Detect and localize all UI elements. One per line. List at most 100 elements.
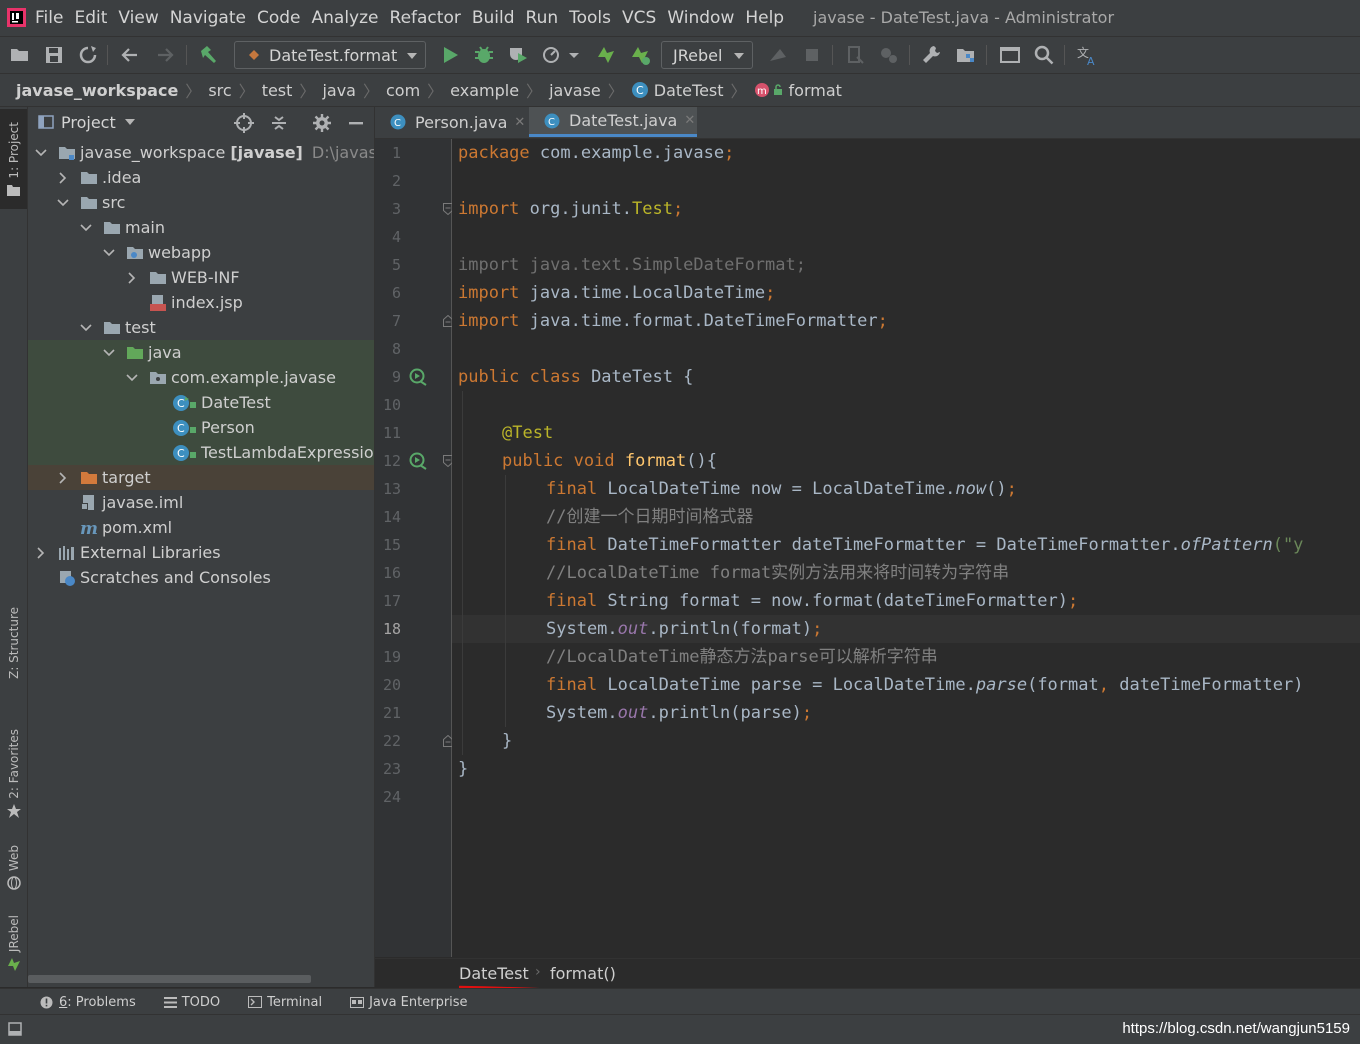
chevron-down-icon[interactable] bbox=[79, 321, 93, 335]
chevron-right-icon[interactable] bbox=[56, 471, 70, 485]
back-arrow-icon[interactable] bbox=[118, 43, 142, 67]
run-test-gutter-icon[interactable] bbox=[409, 368, 427, 386]
menu-build[interactable]: Build bbox=[467, 8, 520, 28]
jrebel-selector[interactable]: JRebel bbox=[661, 41, 753, 69]
tree-item-person[interactable]: C Person bbox=[28, 415, 374, 440]
tree-item-webapp[interactable]: webapp bbox=[28, 240, 374, 265]
breadcrumb-workspace[interactable]: javase_workspace bbox=[16, 81, 178, 100]
toggle-tool-windows-icon[interactable] bbox=[8, 1022, 22, 1036]
chevron-down-icon[interactable] bbox=[34, 146, 48, 160]
menu-tools[interactable]: Tools bbox=[564, 8, 616, 28]
tree-item-src[interactable]: src bbox=[28, 190, 374, 215]
menu-vcs[interactable]: VCS bbox=[617, 8, 661, 28]
todo-tool-tab[interactable]: TODO bbox=[163, 995, 220, 1010]
tree-item-web-inf[interactable]: WEB-INF bbox=[28, 265, 374, 290]
build-hammer-icon[interactable] bbox=[196, 43, 220, 67]
menu-view[interactable]: View bbox=[113, 8, 163, 28]
jrebel-tool-tab[interactable]: JRebel bbox=[0, 915, 27, 972]
tree-item-external-libraries[interactable]: External Libraries bbox=[28, 540, 374, 565]
settings-cogs-icon[interactable] bbox=[877, 43, 901, 67]
editor-crumb-method[interactable]: format() bbox=[550, 964, 616, 983]
breadcrumb-java[interactable]: java bbox=[322, 81, 356, 100]
sync-icon[interactable] bbox=[76, 43, 100, 67]
favorites-tool-tab[interactable]: 2: Favorites bbox=[0, 729, 27, 818]
run-config-selector[interactable]: DateTest.format bbox=[234, 41, 426, 69]
project-view-selector[interactable]: Project bbox=[61, 113, 116, 132]
chevron-right-icon[interactable] bbox=[34, 546, 48, 560]
tree-item-java[interactable]: java bbox=[28, 340, 374, 365]
search-icon[interactable] bbox=[1032, 43, 1056, 67]
tree-item-idea[interactable]: .idea bbox=[28, 165, 374, 190]
breadcrumb-src[interactable]: src bbox=[208, 81, 231, 100]
tree-item-datetest[interactable]: C DateTest bbox=[28, 390, 374, 415]
debug-bug-icon[interactable] bbox=[472, 43, 496, 67]
save-icon[interactable] bbox=[42, 43, 66, 67]
horizontal-scrollbar[interactable] bbox=[28, 975, 311, 983]
forward-arrow-icon[interactable] bbox=[153, 43, 177, 67]
menu-window[interactable]: Window bbox=[662, 8, 739, 28]
tree-item-testlambda[interactable]: C TestLambdaExpressio bbox=[28, 440, 374, 465]
problems-tool-tab[interactable]: 6: Problems bbox=[40, 995, 136, 1010]
tree-item-scratches[interactable]: Scratches and Consoles bbox=[28, 565, 374, 590]
breadcrumb-datetest[interactable]: DateTest bbox=[654, 81, 724, 100]
chevron-right-icon[interactable] bbox=[56, 171, 70, 185]
chevron-down-icon[interactable] bbox=[79, 221, 93, 235]
tree-item-pom-xml[interactable]: m pom.xml bbox=[28, 515, 374, 540]
project-structure-icon[interactable] bbox=[954, 43, 978, 67]
tree-item-index-jsp[interactable]: index.jsp bbox=[28, 290, 374, 315]
hide-panel-icon[interactable] bbox=[346, 113, 366, 133]
run-test-gutter-icon[interactable] bbox=[409, 452, 427, 470]
attach-device-icon[interactable] bbox=[843, 43, 867, 67]
menu-code[interactable]: Code bbox=[252, 8, 306, 28]
tab-person-java[interactable]: C Person.java ✕ bbox=[375, 107, 527, 137]
breadcrumb-com[interactable]: com bbox=[386, 81, 420, 100]
breadcrumb-example[interactable]: example bbox=[450, 81, 519, 100]
view-dropdown-chevron-icon[interactable] bbox=[124, 119, 135, 125]
breadcrumb-test[interactable]: test bbox=[262, 81, 293, 100]
coverage-icon[interactable] bbox=[506, 43, 530, 67]
menu-analyze[interactable]: Analyze bbox=[307, 8, 384, 28]
gear-icon[interactable] bbox=[312, 113, 332, 133]
chevron-down-icon[interactable] bbox=[102, 246, 116, 260]
breadcrumb-format[interactable]: format bbox=[789, 81, 842, 100]
jrebel-debug-icon[interactable] bbox=[628, 43, 652, 67]
open-folder-icon[interactable] bbox=[8, 43, 32, 67]
collapse-all-icon[interactable] bbox=[269, 113, 289, 133]
editor-crumb-class[interactable]: DateTest bbox=[459, 964, 529, 983]
tree-item-package[interactable]: com.example.javase bbox=[28, 365, 374, 390]
chevron-right-icon[interactable] bbox=[125, 271, 139, 285]
run-options-chevron-icon[interactable] bbox=[568, 52, 580, 60]
wrench-icon[interactable] bbox=[920, 43, 944, 67]
close-tab-icon[interactable]: ✕ bbox=[514, 115, 525, 130]
tree-item-target[interactable]: target bbox=[28, 465, 374, 490]
structure-tool-tab[interactable]: Z: Structure bbox=[0, 607, 27, 679]
terminal-tool-tab[interactable]: Terminal bbox=[248, 995, 322, 1010]
tree-item-javase-iml[interactable]: javase.iml bbox=[28, 490, 374, 515]
breadcrumb-javase[interactable]: javase bbox=[549, 81, 601, 100]
chevron-down-icon[interactable] bbox=[102, 346, 116, 360]
menu-run[interactable]: Run bbox=[521, 8, 564, 28]
tab-datetest-java[interactable]: C DateTest.java ✕ bbox=[529, 107, 697, 137]
tree-item-main[interactable]: main bbox=[28, 215, 374, 240]
presentation-mode-icon[interactable] bbox=[998, 43, 1022, 67]
menu-help[interactable]: Help bbox=[740, 8, 789, 28]
tree-item-workspace[interactable]: javase_workspace [javase] D:\javase_w bbox=[28, 140, 374, 165]
chevron-down-icon[interactable] bbox=[56, 196, 70, 210]
jrebel-run-icon[interactable] bbox=[594, 43, 618, 67]
close-tab-icon[interactable]: ✕ bbox=[684, 113, 695, 128]
stop-icon[interactable] bbox=[800, 43, 824, 67]
locate-target-icon[interactable] bbox=[234, 113, 254, 133]
translate-icon[interactable]: 文A bbox=[1076, 43, 1100, 67]
menu-navigate[interactable]: Navigate bbox=[165, 8, 251, 28]
project-tool-tab[interactable]: 1: Project bbox=[0, 109, 27, 209]
menu-refactor[interactable]: Refactor bbox=[385, 8, 466, 28]
menu-file[interactable]: File bbox=[30, 8, 68, 28]
menu-edit[interactable]: Edit bbox=[69, 8, 112, 28]
tree-item-test[interactable]: test bbox=[28, 315, 374, 340]
run-icon[interactable] bbox=[438, 43, 462, 67]
jrebel-update-icon[interactable] bbox=[766, 43, 790, 67]
chevron-down-icon[interactable] bbox=[125, 371, 139, 385]
code-editor[interactable]: package com.example.javase; import org.j… bbox=[452, 139, 1360, 957]
profile-icon[interactable] bbox=[540, 43, 564, 67]
web-tool-tab[interactable]: Web bbox=[0, 845, 27, 890]
